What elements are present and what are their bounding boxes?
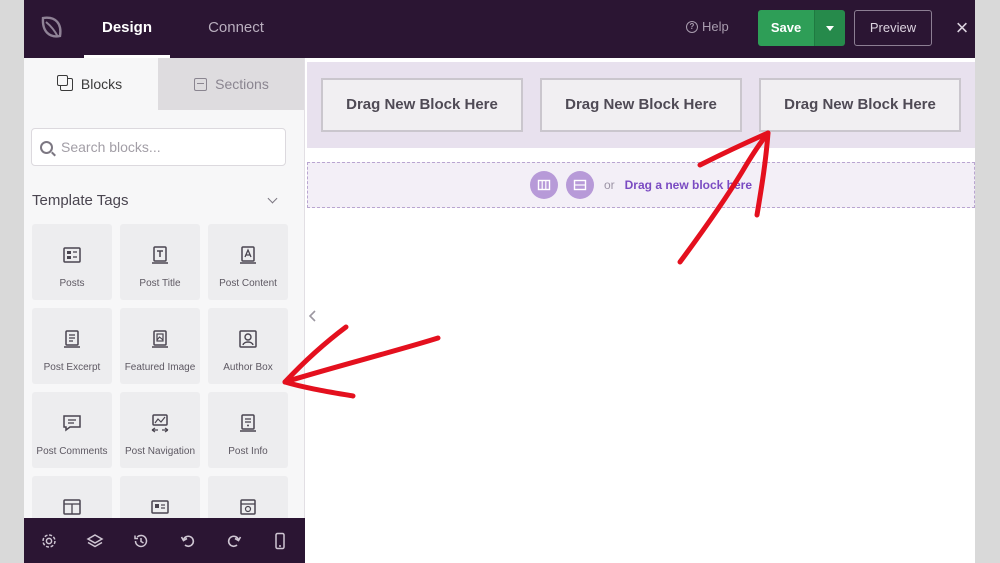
tile-label: Post Comments [36,446,108,457]
settings-gear-icon[interactable] [40,532,58,550]
drag-new-block-link[interactable]: Drag a new block here [625,178,752,192]
dropzone-block-2[interactable]: Drag New Block Here [540,78,742,132]
search-icon [40,140,53,154]
bottom-toolbar [24,518,305,563]
tile-label: Posts [59,278,85,289]
sidebar-tabs: Blocks Sections [24,58,304,110]
columns-icon [537,179,551,191]
window-icon [240,499,256,515]
search-input[interactable] [61,139,261,155]
tab-design[interactable]: Design [84,0,170,58]
help-icon: ? [686,20,698,33]
post-info-icon [240,414,256,432]
save-button-group: Save [758,10,845,46]
section-icon [573,179,587,191]
tab-sections-label: Sections [215,76,269,92]
tile-label: Post Content [219,278,277,289]
close-icon[interactable]: × [950,14,974,42]
history-icon[interactable] [132,532,150,550]
tile-label: Post Excerpt [43,362,101,373]
new-section-dropzone[interactable]: or Drag a new block here [307,162,975,208]
posts-icon [63,247,81,263]
block-template[interactable] [32,476,112,518]
caret-down-icon [826,25,834,31]
id-card-icon [151,500,169,514]
block-post-excerpt[interactable]: Post Excerpt [32,308,112,384]
tile-label: Author Box [223,362,273,373]
block-post-content[interactable]: Post Content [208,224,288,300]
template-tags-header[interactable]: Template Tags [32,190,282,210]
blocks-sidebar: Blocks Sections Template Tags Posts Post [24,58,305,518]
add-columns-button[interactable] [529,171,558,199]
tab-blocks-label: Blocks [80,76,123,92]
blocks-icon [56,74,73,91]
leaf-logo-icon [41,16,62,38]
dropzone-block-1[interactable]: Drag New Block Here [321,78,523,132]
page-builder-frame: Design Connect ? Help Save Preview × Blo… [24,0,975,563]
post-comments-icon [63,415,81,432]
block-author-box[interactable]: Author Box [208,308,288,384]
author-box-icon [239,330,257,348]
or-label: or [603,178,615,192]
block-featured-image[interactable]: Featured Image [120,308,200,384]
redo-icon[interactable] [225,532,243,550]
chevron-down-icon [267,193,278,203]
add-section-button[interactable] [565,171,594,199]
post-title-icon [152,246,168,264]
dropzone-block-3[interactable]: Drag New Block Here [759,78,961,132]
undo-icon[interactable] [179,532,197,550]
tile-label: Post Navigation [124,446,196,457]
help-label: Help [702,19,729,34]
featured-image-icon [152,330,168,348]
post-excerpt-icon [64,330,80,348]
block-post-comments[interactable]: Post Comments [32,392,112,468]
mobile-preview-icon[interactable] [271,532,289,550]
collapse-sidebar-icon[interactable] [307,309,319,323]
save-button[interactable]: Save [758,10,814,46]
tab-sections[interactable]: Sections [158,58,304,110]
post-content-icon [240,246,256,264]
save-options-dropdown[interactable] [814,10,845,46]
block-window[interactable] [208,476,288,518]
block-dropzone-row: Drag New Block Here Drag New Block Here … [307,62,975,148]
help-link[interactable]: ? Help [686,19,729,34]
template-tags-title: Template Tags [32,191,129,209]
post-navigation-icon [151,414,169,433]
block-post-info[interactable]: Post Info [208,392,288,468]
template-icon [63,499,81,515]
tile-label: Post Info [228,446,268,457]
sections-icon [194,77,208,91]
search-box [31,128,286,166]
block-posts[interactable]: Posts [32,224,112,300]
preview-button[interactable]: Preview [854,10,932,46]
tile-label: Post Title [139,278,181,289]
tab-blocks[interactable]: Blocks [24,58,158,110]
block-post-title[interactable]: Post Title [120,224,200,300]
tab-connect[interactable]: Connect [196,0,276,58]
block-id-card[interactable] [120,476,200,518]
layers-icon[interactable] [86,532,104,550]
top-bar: Design Connect ? Help Save Preview × [24,0,975,58]
block-post-navigation[interactable]: Post Navigation [120,392,200,468]
tile-label: Featured Image [124,362,196,373]
